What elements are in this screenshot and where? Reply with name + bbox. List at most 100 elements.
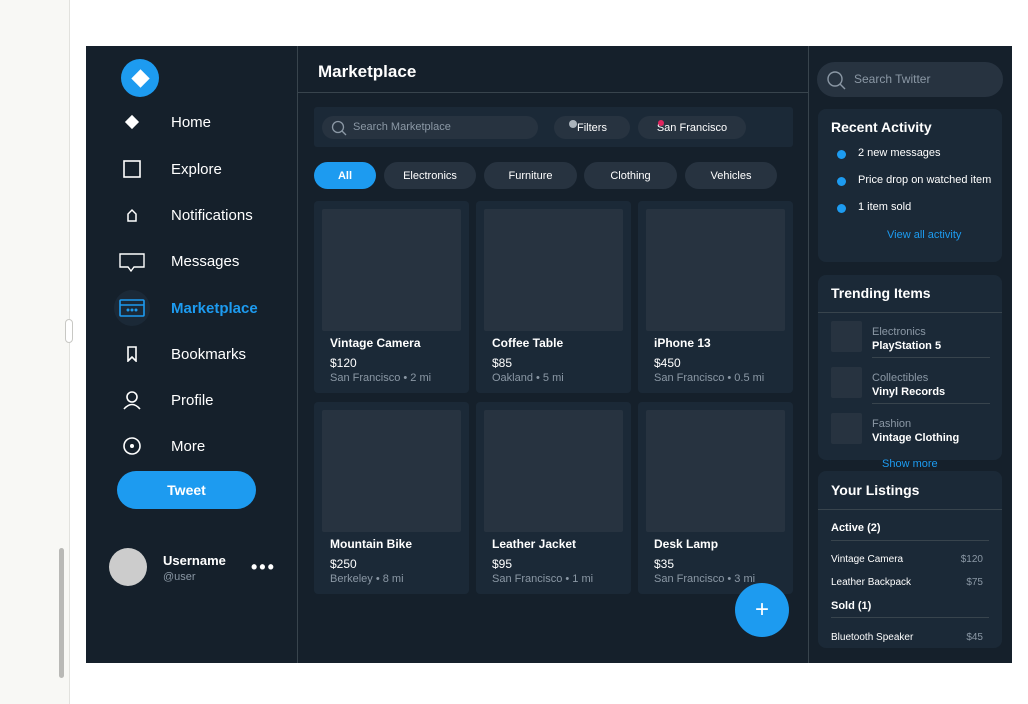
trending-items-panel: Trending Items Electronics PlayStation 5… xyxy=(818,275,1002,470)
listing-price: $35 xyxy=(654,557,675,571)
location-button[interactable]: San Francisco xyxy=(638,116,746,139)
listing-location: San Francisco • 1 mi xyxy=(492,573,594,585)
trending-category: Collectibles xyxy=(872,372,929,384)
account-switcher[interactable]: Username @user ••• xyxy=(109,548,289,588)
sidebar-item-marketplace[interactable]: Marketplace xyxy=(114,288,286,328)
twitter-search-input[interactable]: Search Twitter xyxy=(817,62,1003,97)
search-placeholder: Search Twitter xyxy=(854,72,931,86)
view-all-activity-link[interactable]: View all activity xyxy=(887,229,961,241)
sidebar-item-notifications[interactable]: Notifications xyxy=(116,195,286,235)
listing-price: $250 xyxy=(330,557,357,571)
divider xyxy=(818,509,1002,510)
sidebar-item-bookmarks[interactable]: Bookmarks xyxy=(116,334,286,374)
trending-category: Electronics xyxy=(872,326,926,338)
vertical-scrollbar[interactable] xyxy=(59,548,64,678)
listing-location: San Francisco • 0.5 mi xyxy=(654,372,765,384)
location-label: San Francisco xyxy=(656,121,728,134)
tab-clothing[interactable]: Clothing xyxy=(584,162,677,189)
trending-name: Vintage Clothing xyxy=(872,432,960,444)
show-more-link[interactable]: Show more xyxy=(882,458,938,470)
divider xyxy=(831,617,989,618)
search-placeholder: Search Marketplace xyxy=(353,121,451,133)
sidebar-item-label: Home xyxy=(171,113,212,131)
trending-item[interactable]: Collectibles Vinyl Records xyxy=(831,365,990,411)
tab-electronics[interactable]: Electronics xyxy=(384,162,476,189)
create-listing-button[interactable]: + xyxy=(735,583,789,637)
tab-vehicles[interactable]: Vehicles xyxy=(685,162,777,189)
listing-title: Mountain Bike xyxy=(330,537,413,551)
trending-item[interactable]: Fashion Vintage Clothing xyxy=(831,411,990,457)
listing-name: Leather Backpack xyxy=(831,577,912,588)
tweet-button[interactable]: Tweet xyxy=(117,471,256,509)
unread-dot xyxy=(837,204,846,213)
listing-title: iPhone 13 xyxy=(654,336,711,350)
trending-item[interactable]: Electronics PlayStation 5 xyxy=(831,319,990,365)
marketplace-toolbar: Search Marketplace Filters San Francisco xyxy=(314,107,793,147)
sidebar-item-label: Bookmarks xyxy=(171,345,247,363)
listing-card[interactable]: Vintage Camera $120 San Francisco • 2 mi xyxy=(314,201,469,393)
explore-square-icon xyxy=(116,153,148,185)
listing-card[interactable]: Leather Jacket $95 San Francisco • 1 mi xyxy=(476,402,631,594)
user-handle: @user xyxy=(163,571,196,583)
listing-name: Vintage Camera xyxy=(831,554,904,565)
tab-furniture[interactable]: Furniture xyxy=(484,162,577,189)
sidebar-item-label: Marketplace xyxy=(171,299,258,317)
filter-icon xyxy=(569,120,577,128)
trending-thumbnail xyxy=(831,321,862,352)
sidebar: Home Explore Notifications Messages Mark… xyxy=(86,46,298,663)
listing-price: $120 xyxy=(330,356,357,370)
logo-icon[interactable] xyxy=(121,59,159,97)
panel-title: Trending Items xyxy=(831,285,931,301)
bell-icon xyxy=(116,199,148,231)
twitter-app: Home Explore Notifications Messages Mark… xyxy=(86,46,1012,663)
unread-dot xyxy=(837,150,846,159)
listing-location: Oakland • 5 mi xyxy=(492,372,564,384)
divider xyxy=(872,403,990,404)
trending-name: Vinyl Records xyxy=(872,386,946,398)
listing-image xyxy=(322,410,461,532)
sidebar-item-more[interactable]: More xyxy=(116,426,286,466)
marketplace-search-input[interactable]: Search Marketplace xyxy=(322,116,538,139)
listing-image xyxy=(484,410,623,532)
sidebar-item-label: More xyxy=(171,437,206,455)
listing-location: Berkeley • 8 mi xyxy=(330,573,404,585)
filters-button[interactable]: Filters xyxy=(554,116,630,139)
listing-row[interactable]: Vintage Camera $120 xyxy=(831,554,989,568)
more-dots-icon[interactable]: ••• xyxy=(251,557,276,578)
listing-row[interactable]: Bluetooth Speaker $45 xyxy=(831,632,989,646)
listing-price: $75 xyxy=(966,577,983,588)
sidebar-item-explore[interactable]: Explore xyxy=(116,149,286,189)
page-title: Marketplace xyxy=(318,62,417,81)
sidebar-item-messages[interactable]: Messages xyxy=(116,241,286,281)
unread-dot xyxy=(837,177,846,186)
resize-handle[interactable] xyxy=(65,319,73,343)
panel-title: Your Listings xyxy=(831,482,920,498)
panel-title: Recent Activity xyxy=(831,119,932,135)
sidebar-item-label: Profile xyxy=(171,391,214,409)
listing-image xyxy=(646,410,785,532)
sidebar-item-label: Notifications xyxy=(171,206,253,224)
message-bubble-icon xyxy=(116,245,148,277)
avatar xyxy=(109,548,147,586)
listing-card[interactable]: Desk Lamp $35 San Francisco • 3 mi xyxy=(638,402,793,594)
listing-price: $95 xyxy=(492,557,513,571)
sidebar-item-home[interactable]: Home xyxy=(116,102,286,142)
listing-row[interactable]: Leather Backpack $75 xyxy=(831,577,989,591)
listing-price: $85 xyxy=(492,356,513,370)
trending-category: Fashion xyxy=(872,418,912,430)
listing-card[interactable]: Mountain Bike $250 Berkeley • 8 mi xyxy=(314,402,469,594)
listing-location: San Francisco • 2 mi xyxy=(330,372,432,384)
listing-card[interactable]: iPhone 13 $450 San Francisco • 0.5 mi xyxy=(638,201,793,393)
listing-title: Leather Jacket xyxy=(492,537,577,551)
sidebar-item-profile[interactable]: Profile xyxy=(116,380,286,420)
user-icon xyxy=(116,384,148,416)
trending-thumbnail xyxy=(831,367,862,398)
listing-card[interactable]: Coffee Table $85 Oakland • 5 mi xyxy=(476,201,631,393)
search-icon xyxy=(826,70,846,95)
home-diamond-icon xyxy=(116,106,148,138)
tab-all[interactable]: All xyxy=(314,162,376,189)
listing-title: Coffee Table xyxy=(492,336,564,350)
main-content: Marketplace Search Marketplace Filters S… xyxy=(298,46,809,663)
divider xyxy=(831,540,989,541)
user-name: Username xyxy=(163,553,226,568)
